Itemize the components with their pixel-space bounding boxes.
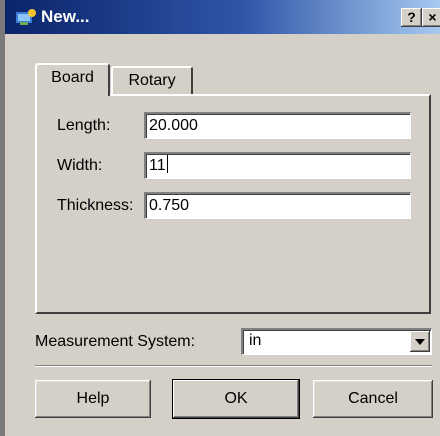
chevron-down-icon[interactable] <box>410 331 430 352</box>
ok-button[interactable]: OK <box>173 380 299 418</box>
width-field[interactable]: 11 <box>144 152 411 179</box>
tab-rotary[interactable]: Rotary <box>111 66 193 96</box>
length-value: 20.000 <box>149 117 198 134</box>
measurement-label: Measurement System: <box>35 333 196 350</box>
tab-board[interactable]: Board <box>35 63 110 96</box>
thickness-label: Thickness: <box>57 197 134 214</box>
width-value: 11 <box>149 157 166 174</box>
close-button[interactable]: × <box>422 8 440 27</box>
cancel-button[interactable]: Cancel <box>313 380 433 418</box>
new-dialog: New... ? × Board Rotary Length: 20.000 W… <box>0 0 440 436</box>
help-title-button[interactable]: ? <box>401 8 422 27</box>
measurement-select[interactable]: in <box>241 328 432 355</box>
help-button[interactable]: Help <box>35 380 151 418</box>
thickness-field[interactable]: 0.750 <box>144 192 411 219</box>
thickness-value: 0.750 <box>149 197 190 214</box>
title-bar[interactable]: New... ? × <box>5 0 440 34</box>
length-label: Length: <box>57 117 111 134</box>
divider <box>35 365 432 367</box>
width-label: Width: <box>57 157 103 174</box>
app-icon <box>16 9 36 25</box>
measurement-value: in <box>249 332 262 349</box>
length-field[interactable]: 20.000 <box>144 112 411 139</box>
window-title: New... <box>41 7 90 26</box>
text-caret <box>166 155 168 173</box>
